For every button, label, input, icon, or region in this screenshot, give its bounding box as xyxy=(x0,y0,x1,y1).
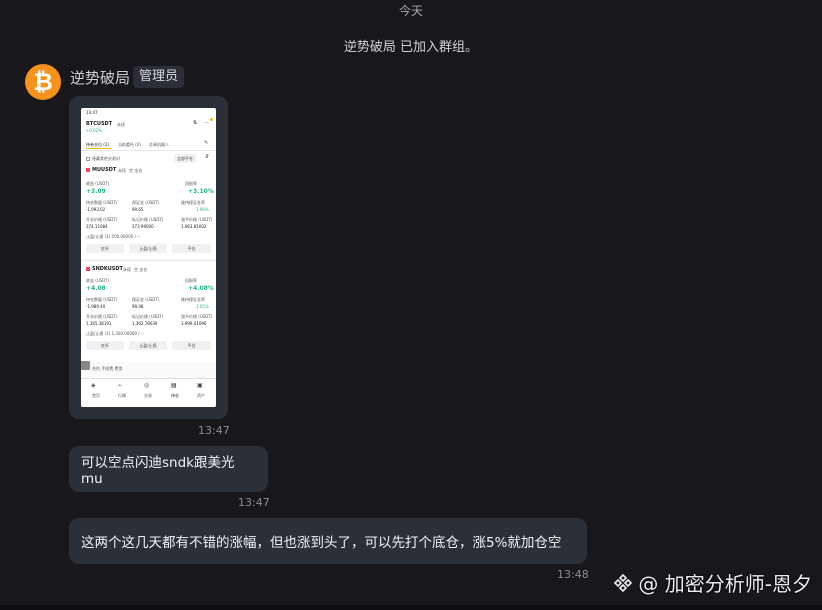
position-1-ratio: 1.06% xyxy=(196,207,209,212)
trade-icon[interactable]: ◎ xyxy=(144,383,149,389)
footer-text: 合约 手续费 费用 xyxy=(92,366,123,371)
tpsl-button[interactable]: 止盈/止损 xyxy=(129,341,167,350)
tab-orders[interactable]: 当前委托 (0) xyxy=(118,142,141,147)
position-2-roi: +4.08% xyxy=(188,285,214,292)
position-2-pnl: +4.08 xyxy=(86,285,106,292)
symbol-suffix: 永续 xyxy=(117,122,125,127)
divider xyxy=(81,150,216,151)
position-1-side: 空 全仓 xyxy=(129,168,143,173)
position-1-liq: 1,963.81002 xyxy=(181,224,207,229)
tpsl-button[interactable]: 止盈/止损 xyxy=(129,244,167,253)
home-icon[interactable]: ◈ xyxy=(91,383,96,389)
position-2-margin: 99.48 xyxy=(132,304,144,309)
nav-trade[interactable]: 交易 xyxy=(144,393,152,398)
size-label: 持仓数量 (USDT) xyxy=(86,200,118,205)
symbol: BTCUSDT xyxy=(86,121,113,127)
filter-label: 隐藏其他交易对 xyxy=(92,156,120,161)
leverage-button[interactable]: 杠杆 xyxy=(86,244,124,253)
status-time: 13:47 xyxy=(86,110,98,115)
position-1-tag: 永续 xyxy=(118,168,126,173)
nav-home[interactable]: 首页 xyxy=(92,393,100,398)
position-2-entry: 1,365.38191 xyxy=(86,321,112,326)
bitcoin-icon: ₿ xyxy=(33,67,53,96)
position-2-mark: 1,362.78639 xyxy=(132,321,158,326)
watermark-text: @ 加密分析师-恩夕 xyxy=(638,572,812,596)
liq-label: 强平价格 (USDT) xyxy=(181,314,213,319)
watermark: @ 加密分析师-恩夕 xyxy=(612,568,812,597)
market-icon[interactable]: ⌁ xyxy=(118,383,122,389)
mark-label: 标记价格 (USDT) xyxy=(132,217,164,222)
tab-bots[interactable]: 交易机器人 xyxy=(149,142,169,147)
roi-label: 回报率 xyxy=(185,181,197,186)
chart-icon[interactable]: ⇅ xyxy=(193,121,197,126)
roi-label: 回报率 xyxy=(185,278,197,283)
nav-assets[interactable]: 资产 xyxy=(197,393,205,398)
tab-positions[interactable]: 持有仓位 (2) xyxy=(86,142,109,147)
position-1-mark: 373.99000 xyxy=(132,224,154,229)
margin-label: 保证金 (USDT) xyxy=(132,200,160,205)
positions-icon[interactable]: ▤ xyxy=(171,383,177,389)
text-message[interactable]: 这两个这几天都有不错的涨幅，但也涨到头了，可以先打个底仓，涨5%就加仓空 xyxy=(69,518,587,564)
short-marker xyxy=(86,267,90,271)
nav-market[interactable]: 行情 xyxy=(118,393,126,398)
position-2-tpsl: 止盈/止损 (1) 1,300.00000 / -- xyxy=(86,331,144,336)
tab-underline xyxy=(86,148,112,149)
position-2-symbol: SNDKUSDT xyxy=(92,266,123,272)
pnl-label: 收益 (USDT) xyxy=(86,278,110,283)
message-text: 这两个这几天都有不错的涨幅，但也涨到头了，可以先打个底仓，涨5%就加仓空 xyxy=(81,535,562,551)
position-2-side: 空 全仓 xyxy=(134,267,148,272)
position-1-symbol: MUUSDT xyxy=(92,167,117,173)
mark-label: 标记价格 (USDT) xyxy=(132,314,164,319)
position-2-ratio: 1.05% xyxy=(196,304,209,309)
position-2-liq: 3,999.41090 xyxy=(181,321,207,326)
nav-positions[interactable]: 持仓 xyxy=(171,393,179,398)
shared-screenshot[interactable]: 13:47 BTCUSDT 永续 +0.02% ⇅ ⋯ 持有仓位 (2) 当前委… xyxy=(81,108,216,407)
position-2-size: -1,989.40 xyxy=(86,304,106,309)
sort-icon[interactable]: ⇵ xyxy=(205,155,209,160)
notification-dot xyxy=(210,118,213,121)
short-marker xyxy=(86,168,90,172)
edit-icon[interactable]: ✎ xyxy=(204,141,208,146)
hide-others-checkbox[interactable] xyxy=(86,157,90,161)
binance-diamond-icon xyxy=(614,573,633,592)
message-time: 13:48 xyxy=(557,568,589,581)
sender-name[interactable]: 逆势破局 xyxy=(70,67,130,88)
position-1-entry: 374.11084 xyxy=(86,224,108,229)
leverage-button[interactable]: 杠杆 xyxy=(86,341,124,350)
bottom-edge xyxy=(0,605,822,610)
text-message[interactable]: 可以空点闪迪sndk跟美光mu xyxy=(69,446,268,492)
avatar[interactable]: ₿ xyxy=(25,64,61,100)
divider xyxy=(81,259,216,262)
position-1-roi: +3.10% xyxy=(188,188,214,195)
ratio-label: 维持保证金率 xyxy=(181,297,205,302)
message-time: 13:47 xyxy=(198,424,230,437)
system-message: 逆势破局 已加入群组。 xyxy=(343,40,479,55)
ratio-label: 维持保证金率 xyxy=(181,200,205,205)
margin-label: 保证金 (USDT) xyxy=(132,297,160,302)
date-separator: 今天 xyxy=(398,4,423,18)
liq-label: 强平价格 (USDT) xyxy=(181,217,213,222)
close-all-button[interactable]: 全部平仓 xyxy=(174,154,196,163)
message-text: 可以空点闪迪sndk跟美光mu xyxy=(81,455,235,487)
message-time: 13:47 xyxy=(238,496,270,509)
image-message[interactable]: 13:47 BTCUSDT 永续 +0.02% ⇅ ⋯ 持有仓位 (2) 当前委… xyxy=(69,96,228,419)
position-1-tpsl: 止盈/止损 (1) 500.00000 / -- xyxy=(86,234,140,239)
entry-label: 开仓价格 (USDT) xyxy=(86,217,118,222)
close-position-button[interactable]: 平仓 xyxy=(172,244,211,253)
symbol-change: +0.02% xyxy=(86,128,103,133)
wallet-icon[interactable]: ▣ xyxy=(197,383,203,389)
pnl-label: 收益 (USDT) xyxy=(86,181,110,186)
close-position-button[interactable]: 平仓 xyxy=(172,341,211,350)
position-1-margin: 99.65 xyxy=(132,207,144,212)
size-label: 持仓数量 (USDT) xyxy=(86,297,118,302)
position-1-pnl: +3.09 xyxy=(86,188,106,195)
floating-icon[interactable] xyxy=(81,361,90,370)
more-icon[interactable]: ⋯ xyxy=(204,121,209,126)
role-badge: 管理员 xyxy=(133,66,185,88)
position-1-size: -1,993.02 xyxy=(86,207,106,212)
position-2-tag: 永续 xyxy=(123,267,131,272)
entry-label: 开仓价格 (USDT) xyxy=(86,314,118,319)
